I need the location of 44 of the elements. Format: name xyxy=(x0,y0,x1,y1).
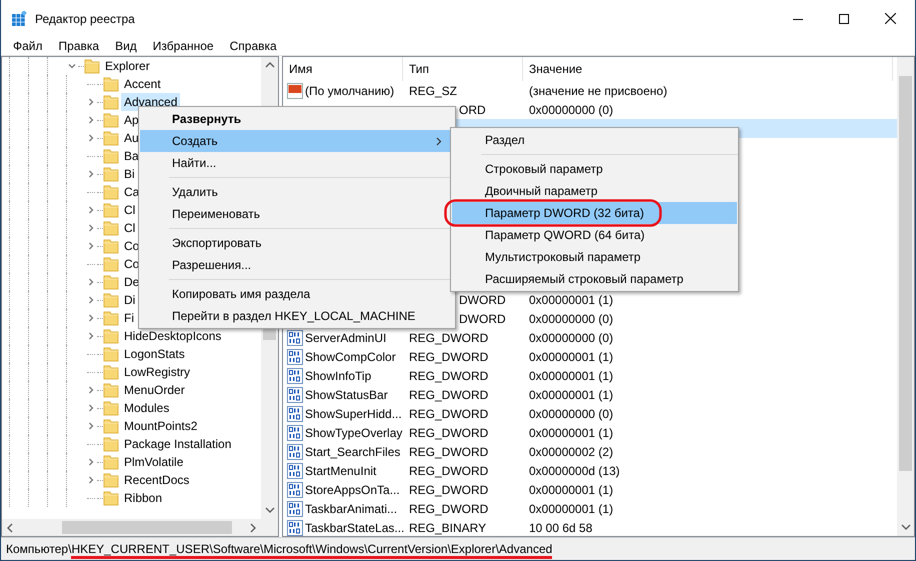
table-cell: 0x0000000d (13) xyxy=(529,464,620,478)
table-cell: REG_DWORD xyxy=(409,368,488,382)
table-cell: REG_DWORD xyxy=(409,388,488,402)
table-cell: 0x00000001 (1) xyxy=(529,368,614,382)
table-cell: 0x00000002 (2) xyxy=(529,444,614,458)
table-cell: REG_DWORD xyxy=(409,350,488,364)
table-cell-text: ShowStatusBar xyxy=(305,386,388,404)
table-cell-text: ShowInfoTip xyxy=(305,368,372,384)
window-title: Редактор реестра xyxy=(35,10,135,28)
table-cell: 0x00000001 (1) xyxy=(529,426,614,440)
table-cell: 0x00000001 (1) xyxy=(529,350,614,364)
table-cell: REG_DWORD xyxy=(409,330,488,344)
table-cell-text: ShowTypeOverlay xyxy=(305,424,402,442)
table-cell: 0x00000000 (0) xyxy=(529,330,614,344)
table-cell: REG_SZ xyxy=(409,84,458,98)
table-cell-text: ShowCompColor xyxy=(305,348,396,366)
table-cell-text: (По умолчанию) xyxy=(305,82,394,100)
table-cell: REG_DWORD xyxy=(409,406,488,420)
table-cell: (значение не присвоено) xyxy=(529,84,668,98)
table-cell-text: StartMenuInit xyxy=(305,462,376,480)
table-cell: 0x00000001 (1) xyxy=(529,388,614,402)
table-cell: REG_DWORD xyxy=(409,502,488,516)
table-cell: REG_DWORD xyxy=(409,464,488,478)
table-cell: 0x00000000 (0) xyxy=(529,102,614,116)
table-cell: 0x00000000 (0) xyxy=(529,406,614,420)
table-cell-text: ServerAdminUI xyxy=(305,330,386,346)
table-cell-text: TaskbarStateLas... xyxy=(305,520,404,536)
table-cell: 0x00000001 (1) xyxy=(529,482,614,496)
table-cell: DWORD xyxy=(459,292,506,306)
table-cell: 0x00000001 (1) xyxy=(529,502,614,516)
table-cell: DWORD xyxy=(459,312,506,326)
table-cell: 0x00000001 (1) xyxy=(529,292,614,306)
table-cell-text: TaskbarAnimati... xyxy=(305,500,398,518)
table-cell: 10 00 6d 58 xyxy=(529,520,592,534)
table-cell-text: Start_SearchFiles xyxy=(305,444,400,460)
table-cell: REG_DWORD xyxy=(409,444,488,458)
table-cell: ORD xyxy=(459,102,486,116)
table-cell: REG_DWORD xyxy=(409,426,488,440)
table-cell-text: StoreAppsOnTa... xyxy=(305,482,400,498)
table-cell: REG_DWORD xyxy=(409,482,488,496)
status-path: Компьютер\HKEY_CURRENT_USER\Software\Microsoft\Windows\CurrentVersion\Explorer\Advanced xyxy=(6,541,552,557)
table-cell: REG_BINARY xyxy=(409,520,486,534)
table-cell: 0x00000000 (0) xyxy=(529,312,614,326)
table-cell-text: ShowSuperHidd... xyxy=(305,406,402,422)
